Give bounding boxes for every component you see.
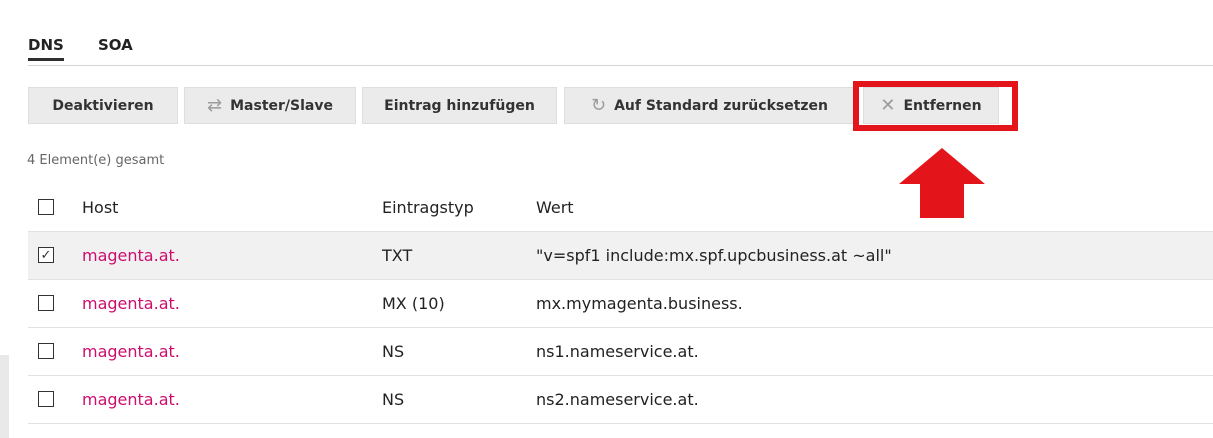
left-scrollbar[interactable] [0,355,9,438]
table-row[interactable]: magenta.at. NS ns2.nameservice.at. [28,376,1213,424]
row-checkbox[interactable] [38,391,54,407]
master-slave-button[interactable]: ⇄ Master/Slave [184,87,356,124]
host-link[interactable]: magenta.at. [82,390,180,409]
item-count: 4 Element(e) gesamt [27,153,165,168]
host-link[interactable]: magenta.at. [82,246,180,265]
record-value: ns1.nameservice.at. [536,342,699,361]
master-slave-label: Master/Slave [230,97,333,114]
record-value: ns2.nameservice.at. [536,390,699,409]
swap-arrows-icon: ⇄ [207,95,223,116]
host-link[interactable]: magenta.at. [82,342,180,361]
deactivate-button[interactable]: Deaktivieren [28,87,178,124]
reset-default-button[interactable]: ↻ Auf Standard zurücksetzen [564,87,855,124]
record-type: NS [382,390,405,409]
tab-bar: DNS SOA [28,36,1213,66]
table-row[interactable]: magenta.at. NS ns1.nameservice.at. [28,328,1213,376]
table-row[interactable]: ✓ magenta.at. TXT "v=spf1 include:mx.spf… [28,232,1213,280]
remove-button[interactable]: ✕ Entfernen [863,87,999,124]
host-column-header[interactable]: Host [82,198,118,217]
table-header: Host Eintragstyp Wert [28,186,1213,232]
host-link[interactable]: magenta.at. [82,294,180,313]
record-type: TXT [382,246,413,265]
table-row[interactable]: magenta.at. MX (10) mx.mymagenta.busines… [28,280,1213,328]
add-entry-label: Eintrag hinzufügen [384,97,535,114]
record-value: mx.mymagenta.business. [536,294,743,313]
remove-x-icon: ✕ [880,95,896,116]
reset-default-label: Auf Standard zurücksetzen [614,97,829,114]
tab-dns[interactable]: DNS [28,36,64,61]
add-entry-button[interactable]: Eintrag hinzufügen [362,87,557,124]
record-type: MX (10) [382,294,445,313]
tab-soa[interactable]: SOA [98,36,133,59]
dns-records-table: Host Eintragstyp Wert ✓ magenta.at. TXT … [28,186,1213,424]
remove-label: Entfernen [903,97,982,114]
record-type: NS [382,342,405,361]
row-checkbox[interactable] [38,295,54,311]
row-checkbox-checked[interactable]: ✓ [38,247,54,263]
select-all-checkbox[interactable] [38,199,54,215]
row-checkbox[interactable] [38,343,54,359]
type-column-header[interactable]: Eintragstyp [382,198,474,217]
record-value: "v=spf1 include:mx.spf.upcbusiness.at ~a… [536,246,892,265]
reset-icon: ↻ [590,95,607,116]
deactivate-label: Deaktivieren [52,97,154,114]
value-column-header[interactable]: Wert [536,198,574,217]
